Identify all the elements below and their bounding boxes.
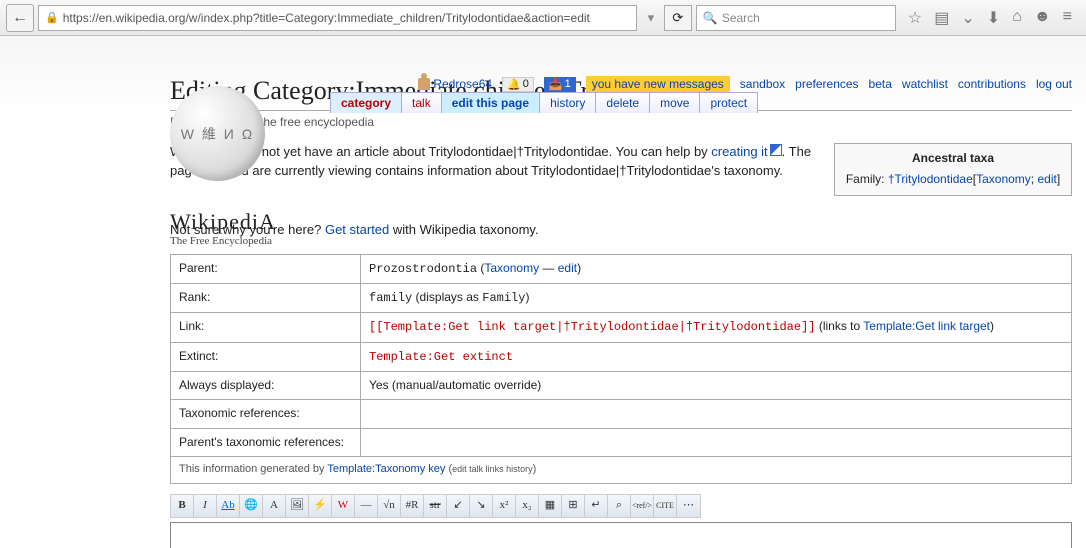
bookmark-icon[interactable]: ☆ <box>908 8 922 28</box>
pocket-icon[interactable]: ⌄ <box>961 8 974 28</box>
downloads-icon[interactable]: ⬇ <box>987 8 1000 28</box>
tb-italic[interactable]: I <box>194 495 217 517</box>
page-tabs: category talk edit this page history del… <box>330 92 757 113</box>
tab-protect[interactable]: protect <box>710 96 747 110</box>
tb-ref[interactable]: <ref/> <box>631 495 654 517</box>
tb-gallery[interactable]: ⊞ <box>562 495 585 517</box>
infobox-taxonomy-link[interactable]: Taxonomy <box>976 172 1031 186</box>
table-row: Link: [[Template:Get link target|†Trityl… <box>171 313 1072 342</box>
reader-icon[interactable]: ▤ <box>934 8 949 28</box>
infobox-edit-link[interactable]: edit <box>1037 172 1056 186</box>
search-icon: 🔍 <box>703 11 718 25</box>
table-footer: This information generated by Template:T… <box>171 457 1072 484</box>
creating-it-link[interactable]: creating it <box>711 144 781 159</box>
tb-sub[interactable]: x₂ <box>516 495 539 517</box>
cell-label: Parent: <box>171 254 361 283</box>
tb-br-left[interactable]: ↙ <box>447 495 470 517</box>
link-contributions[interactable]: contributions <box>958 77 1026 91</box>
tb-newline[interactable]: ↵ <box>585 495 608 517</box>
tb-hr[interactable]: — <box>355 495 378 517</box>
tb-media[interactable]: ⚡ <box>309 495 332 517</box>
tb-link[interactable]: Ab <box>217 495 240 517</box>
infobox-family-link[interactable]: †Tritylodontidae <box>888 172 973 186</box>
tb-cite[interactable]: CITE <box>654 495 677 517</box>
get-started-link[interactable]: Get started <box>325 222 389 237</box>
edit-toolbar: B I Ab 🌐 A 🖼 ⚡ W — √n #R str ↙ ↘ x² x₂ ▦… <box>170 494 701 518</box>
user-icon <box>418 78 430 90</box>
cell-label: Taxonomic references: <box>171 400 361 428</box>
lock-icon: 🔒 <box>45 11 59 24</box>
cell-label: Parent's taxonomic references: <box>171 428 361 456</box>
tb-nowiki[interactable]: W <box>332 495 355 517</box>
parent-code: Prozostrodontia <box>369 262 477 276</box>
personal-tools: Redrose64 🔔0 📥1 you have new messages sa… <box>418 76 1072 92</box>
notif-alerts[interactable]: 🔔0 <box>502 77 534 92</box>
cell-value: Yes (manual/automatic override) <box>361 372 1072 400</box>
tab-history[interactable]: history <box>550 96 585 110</box>
tb-bold[interactable]: B <box>171 495 194 517</box>
table-row: Taxonomic references: <box>171 400 1072 428</box>
tb-search[interactable]: ⌕ <box>608 495 631 517</box>
notif-notices[interactable]: 📥1 <box>544 77 576 92</box>
link-beta[interactable]: beta <box>869 77 892 91</box>
tab-move[interactable]: move <box>660 96 689 110</box>
table-row: Parent: Prozostrodontia (Taxonomy — edit… <box>171 254 1072 283</box>
tab-talk[interactable]: talk <box>401 92 442 113</box>
link-watchlist[interactable]: watchlist <box>902 77 948 91</box>
cell-label: Rank: <box>171 283 361 312</box>
tb-image[interactable]: 🖼 <box>286 495 309 517</box>
link-logout[interactable]: log out <box>1036 77 1072 91</box>
parent-taxonomy-link[interactable]: Taxonomy <box>484 261 539 275</box>
home-icon[interactable]: ⌂ <box>1012 8 1022 28</box>
browser-tool-icons: ☆ ▤ ⌄ ⬇ ⌂ ☻ ≡ <box>900 8 1080 28</box>
new-messages-bar[interactable]: you have new messages <box>586 76 730 92</box>
tb-redirect[interactable]: #R <box>401 495 424 517</box>
edit-textarea[interactable] <box>170 522 1072 548</box>
tb-extlink[interactable]: 🌐 <box>240 495 263 517</box>
reload-button[interactable]: ⟳ <box>664 5 692 31</box>
tb-br-right[interactable]: ↘ <box>470 495 493 517</box>
tb-table[interactable]: ▦ <box>539 495 562 517</box>
tb-more[interactable]: ⋯ <box>677 495 700 517</box>
tb-headline[interactable]: A <box>263 495 286 517</box>
tab-delete[interactable]: delete <box>606 96 639 110</box>
url-text: https://en.wikipedia.org/w/index.php?tit… <box>63 11 590 25</box>
link-preferences[interactable]: preferences <box>795 77 858 91</box>
table-row: Parent's taxonomic references: <box>171 428 1072 456</box>
browser-search[interactable]: 🔍 Search <box>696 5 896 31</box>
tb-sup[interactable]: x² <box>493 495 516 517</box>
browser-toolbar: ← 🔒 https://en.wikipedia.org/w/index.php… <box>0 0 1086 36</box>
feedback-icon[interactable]: ☻ <box>1034 8 1051 28</box>
search-placeholder: Search <box>722 11 760 25</box>
url-bar[interactable]: 🔒 https://en.wikipedia.org/w/index.php?t… <box>38 5 637 31</box>
ancestral-taxa-box: Ancestral taxa Family: †Tritylodontidae[… <box>834 143 1072 196</box>
parent-edit-link[interactable]: edit <box>558 261 577 275</box>
site-sub: From Wikipedia, the free encyclopedia <box>170 115 1072 129</box>
menu-icon[interactable]: ≡ <box>1063 8 1072 28</box>
cell-label: Extinct: <box>171 342 361 371</box>
tb-math[interactable]: √n <box>378 495 401 517</box>
table-row: Extinct: Template:Get extinct <box>171 342 1072 371</box>
cell-label: Link: <box>171 313 361 342</box>
tab-edit[interactable]: edit this page <box>441 92 540 113</box>
infobox-row: Family: †Tritylodontidae[Taxonomy; edit] <box>843 171 1063 188</box>
cell-label: Always displayed: <box>171 372 361 400</box>
back-button[interactable]: ← <box>6 4 34 32</box>
link-sandbox[interactable]: sandbox <box>740 77 785 91</box>
taxonomy-table: Parent: Prozostrodontia (Taxonomy — edit… <box>170 254 1072 485</box>
table-row: Always displayed: Yes (manual/automatic … <box>171 372 1072 400</box>
infobox-title: Ancestral taxa <box>843 150 1063 167</box>
table-row: Rank: family (displays as Family) <box>171 283 1072 312</box>
tab-category[interactable]: category <box>330 92 402 113</box>
tb-strike[interactable]: str <box>424 495 447 517</box>
getstarted-paragraph: Not sure why you're here? Get started wi… <box>170 221 1072 240</box>
url-dropdown-icon[interactable]: ▾ <box>641 10 661 26</box>
taxonomy-key-link[interactable]: Template:Taxonomy key <box>327 463 445 475</box>
user-link[interactable]: Redrose64 <box>418 77 492 91</box>
link-target-link[interactable]: Template:Get link target <box>863 319 990 333</box>
